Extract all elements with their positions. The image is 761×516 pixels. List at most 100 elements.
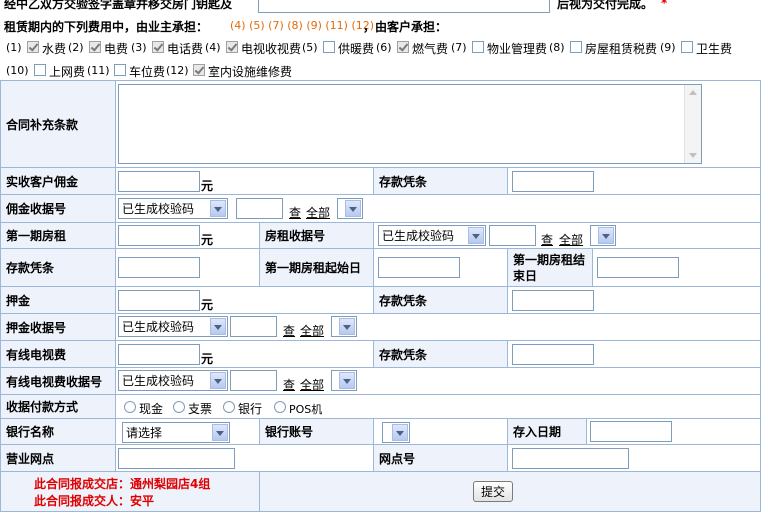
fee-checkbox-property[interactable]	[472, 41, 484, 53]
fee-label: 室内设施维修费	[208, 65, 293, 79]
pledge-receipt-cell: 已生成校验码 查 全部	[116, 314, 761, 341]
pledge-voucher-input[interactable]	[512, 290, 594, 311]
fee-checkbox-phone[interactable]	[152, 41, 164, 53]
chevron-down-icon[interactable]	[339, 318, 355, 335]
rent-receipt-label: 房租收据号	[260, 223, 374, 249]
chevron-down-icon[interactable]	[468, 227, 484, 244]
fee-checkbox-tv[interactable]	[226, 41, 238, 53]
deposit-date-cell	[587, 419, 761, 445]
payment-radio-bank[interactable]	[223, 401, 235, 413]
select-value: 已生成校验码	[382, 229, 455, 243]
check-link[interactable]: 查	[289, 204, 301, 221]
all-link[interactable]: 全部	[300, 322, 324, 339]
commission-receipt-input[interactable]	[236, 198, 283, 219]
payment-radio-check[interactable]	[173, 401, 185, 413]
commission-voucher-input[interactable]	[512, 171, 594, 192]
fee-label: 卫生费	[696, 42, 733, 56]
chevron-down-icon[interactable]	[212, 424, 228, 441]
scroll-up-icon[interactable]	[689, 90, 697, 95]
fee-checkbox-sanitation[interactable]	[681, 41, 693, 53]
cable-extra-select[interactable]	[331, 370, 357, 391]
first-rent-end-label: 第一期房租结束日	[508, 249, 593, 287]
fee-label: 电费	[104, 42, 129, 56]
chevron-down-icon[interactable]	[210, 372, 226, 389]
unit-label: 元	[201, 352, 214, 366]
branch-no-input[interactable]	[512, 448, 629, 469]
branch-no-cell	[508, 445, 761, 472]
fee-checkbox-heating[interactable]	[323, 41, 335, 53]
check-link[interactable]: 查	[283, 376, 295, 393]
rent-extra-select[interactable]	[590, 225, 616, 246]
rent-start-input[interactable]	[378, 257, 460, 278]
rent-receipt-select[interactable]: 已生成校验码	[378, 225, 486, 246]
payment-radio-cash[interactable]	[124, 401, 136, 413]
cable-voucher-cell	[508, 341, 761, 368]
cable-voucher-input[interactable]	[512, 344, 594, 365]
cable-fee-row: 有线电视费 元 存款凭条	[0, 341, 761, 368]
pledge-receipt-row: 押金收据号 已生成校验码 查 全部	[0, 314, 761, 341]
cable-receipt-select[interactable]: 已生成校验码	[118, 370, 228, 391]
deposit-date-input[interactable]	[590, 421, 672, 442]
select-value: 请选择	[126, 426, 163, 440]
chevron-down-icon[interactable]	[598, 227, 614, 244]
rent-receipt-input[interactable]	[489, 225, 536, 246]
branch-no-label: 网点号	[374, 445, 508, 472]
commission-receipt-select[interactable]: 已生成校验码	[118, 198, 228, 219]
all-link[interactable]: 全部	[559, 231, 583, 248]
fee-checkbox-parking[interactable]	[114, 64, 126, 76]
textarea-scrollbar[interactable]	[684, 85, 701, 163]
check-link[interactable]: 查	[283, 322, 295, 339]
rent-end-input[interactable]	[597, 257, 679, 278]
fee-label: 燃气费	[412, 42, 449, 56]
fee-checkbox-gas[interactable]	[397, 41, 409, 53]
bank-name-cell: 请选择	[116, 419, 260, 445]
fee-checkbox-maintenance[interactable]	[193, 64, 205, 76]
scroll-down-icon[interactable]	[689, 153, 697, 158]
rent-start-cell	[374, 249, 508, 287]
chevron-down-icon[interactable]	[339, 372, 355, 389]
fee-label: 供暖费	[338, 42, 375, 56]
pledge-receipt-input[interactable]	[230, 316, 277, 337]
rent-voucher-input[interactable]	[118, 257, 200, 278]
submit-button[interactable]: 提交	[473, 481, 513, 502]
pledge-input[interactable]	[118, 290, 200, 311]
bank-account-select[interactable]	[382, 422, 410, 443]
cable-fee-label: 有线电视费	[0, 341, 116, 368]
cable-fee-input[interactable]	[118, 344, 200, 365]
voucher-label: 存款凭条	[0, 249, 116, 287]
handover-suffix: 后视为交付完成。	[557, 0, 654, 11]
chevron-down-icon[interactable]	[345, 200, 361, 217]
fee-label: 电话费	[167, 42, 204, 56]
chevron-down-icon[interactable]	[210, 318, 226, 335]
handover-row: 经中乙双方交验签字盖章并移交房门钥匙及 后视为交付完成。 *	[0, 0, 761, 15]
select-value: 已生成校验码	[122, 202, 195, 216]
pledge-receipt-label: 押金收据号	[0, 314, 116, 341]
unit-label: 元	[201, 298, 214, 312]
first-rent-input[interactable]	[118, 225, 200, 246]
fee-label: 水费	[42, 42, 67, 56]
fee-checkbox-water[interactable]	[27, 41, 39, 53]
pledge-receipt-select[interactable]: 已生成校验码	[118, 316, 228, 337]
pledge-extra-select[interactable]	[331, 316, 357, 337]
bank-row: 银行名称 请选择 银行账号 存入日期	[0, 419, 761, 445]
fee-num: (1)	[6, 41, 22, 54]
fee-checkbox-internet[interactable]	[34, 64, 46, 76]
supplement-textarea[interactable]	[118, 84, 702, 164]
check-link[interactable]: 查	[541, 231, 553, 248]
fee-checkbox-rental-tax[interactable]	[570, 41, 582, 53]
commission-input[interactable]	[118, 171, 200, 192]
cable-receipt-input[interactable]	[230, 370, 277, 391]
fee-num: (2)	[68, 41, 84, 54]
fee-checkbox-electric[interactable]	[89, 41, 101, 53]
all-link[interactable]: 全部	[300, 376, 324, 393]
payment-radio-pos[interactable]	[274, 401, 286, 413]
bank-name-select[interactable]: 请选择	[122, 422, 230, 443]
commission-extra-select[interactable]	[337, 198, 363, 219]
chevron-down-icon[interactable]	[210, 200, 226, 217]
commission-receipt-label: 佣金收据号	[0, 195, 116, 223]
payment-method-row: 收据付款方式 现金 支票 银行 POS机	[0, 395, 761, 419]
branch-input[interactable]	[118, 448, 235, 469]
chevron-down-icon[interactable]	[392, 424, 408, 441]
all-link[interactable]: 全部	[306, 204, 330, 221]
handover-items-input[interactable]	[258, 0, 550, 13]
